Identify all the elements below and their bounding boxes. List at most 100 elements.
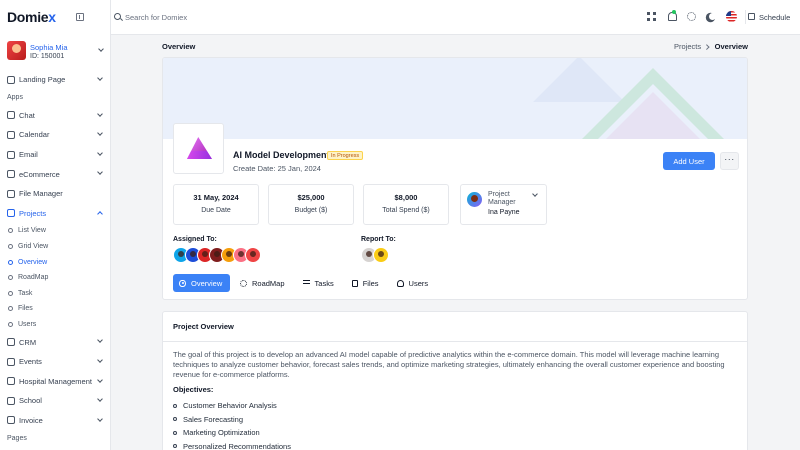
bullet-icon	[8, 290, 13, 296]
list-item: Customer Behavior Analysis	[173, 399, 291, 413]
flag-icon[interactable]	[726, 11, 737, 22]
logo-x: x	[48, 9, 56, 25]
sidebar-toggle-icon[interactable]	[76, 13, 84, 21]
status-badge: In Progress	[327, 151, 364, 160]
moon-icon[interactable]	[709, 13, 716, 20]
users-icon	[396, 279, 404, 287]
shopping-bag-icon	[7, 170, 15, 179]
stat-budget: $25,000 Budget ($)	[268, 184, 354, 225]
sidebar-item-chat[interactable]: Chat	[0, 106, 110, 126]
sidebar-sub-task[interactable]: Task	[0, 286, 110, 302]
schedule-button[interactable]: Schedule	[759, 13, 790, 22]
project-overview-card: Project Overview The goal of this projec…	[162, 311, 748, 450]
sidebar-sub-overview[interactable]: Overview	[0, 254, 110, 270]
stat-label: Due Date	[201, 207, 231, 214]
bullet-icon	[173, 403, 177, 408]
project-logo	[173, 123, 224, 174]
stat-value: $8,000	[394, 193, 418, 202]
bullet-icon	[173, 444, 177, 449]
avatar	[467, 192, 482, 207]
sidebar-item-email[interactable]: Email	[0, 145, 110, 165]
breadcrumb-parent[interactable]: Projects	[674, 42, 701, 51]
avatar[interactable]	[245, 247, 261, 263]
section-apps: Apps	[7, 94, 23, 102]
sidebar: Domiex Sophia Mia ID: 150001 Landing Pag…	[0, 0, 111, 450]
sidebar-item-invoice[interactable]: Invoice	[0, 411, 110, 431]
bullet-icon	[173, 430, 177, 435]
sidebar-item-calendar[interactable]: Calendar	[0, 125, 110, 145]
sidebar-item-ecommerce[interactable]: eCommerce	[0, 164, 110, 184]
stat-label: Total Spend ($)	[382, 207, 430, 214]
sidebar-item-events[interactable]: Events	[0, 352, 110, 372]
tab-users[interactable]: Users	[389, 274, 437, 292]
tab-label: Files	[362, 278, 379, 288]
folder-icon	[7, 189, 15, 198]
sidebar-sub-label: Task	[18, 289, 33, 297]
sidebar-item-label: Calendar	[19, 130, 50, 140]
sidebar-item-school[interactable]: School	[0, 391, 110, 411]
add-user-button[interactable]: Add User	[663, 152, 715, 170]
project-tabs: Overview RoadMap Tasks Files Users	[173, 274, 438, 292]
sidebar-sub-grid-view[interactable]: Grid View	[0, 239, 110, 255]
sidebar-item-landing[interactable]: Landing Page	[0, 70, 110, 90]
tab-roadmap[interactable]: RoadMap	[232, 274, 293, 292]
assigned-label: Assigned To:	[173, 236, 217, 243]
bullet-icon	[8, 322, 13, 328]
bullet-icon	[173, 417, 177, 422]
calendar-icon[interactable]	[748, 13, 755, 20]
tab-label: Overview	[191, 278, 223, 288]
chevron-down-icon	[97, 149, 103, 156]
chevron-down-icon	[97, 357, 103, 363]
sidebar-sub-list-view[interactable]: List View	[0, 223, 110, 239]
more-options-button[interactable]: ···	[720, 152, 739, 170]
sidebar-item-label: eCommerce	[19, 169, 60, 179]
sidebar-sub-roadmap[interactable]: RoadMap	[0, 270, 110, 286]
bullet-icon	[8, 244, 13, 250]
bullet-icon	[8, 228, 13, 234]
manager-name: Ina Payne	[488, 209, 520, 216]
tab-files[interactable]: Files	[344, 274, 387, 292]
search-input[interactable]	[125, 11, 285, 24]
gear-icon[interactable]	[687, 12, 696, 21]
tab-overview[interactable]: Overview	[173, 274, 230, 292]
sidebar-item-projects[interactable]: Projects	[0, 204, 110, 224]
project-manager-select[interactable]: Project Manager Ina Payne	[460, 184, 547, 225]
chevron-down-icon	[97, 415, 103, 422]
stat-total-spend: $8,000 Total Spend ($)	[363, 184, 449, 225]
sidebar-item-label: Invoice	[19, 415, 43, 425]
breadcrumb: Projects Overview	[674, 42, 748, 51]
chevron-down-icon	[97, 169, 103, 176]
sidebar-item-label: CRM	[19, 337, 37, 347]
tab-label: Users	[408, 278, 429, 288]
stat-label: Budget ($)	[294, 207, 328, 214]
brand-logo[interactable]: Domiex	[7, 9, 56, 25]
project-banner	[163, 58, 747, 139]
project-card: AI Model Development In Progress Create …	[162, 57, 748, 300]
manager-role: Project Manager	[488, 191, 516, 206]
banner-shape	[601, 92, 705, 139]
page-title: Overview	[162, 42, 196, 51]
sidebar-item-label: Hospital Management	[19, 376, 92, 386]
sidebar-sub-users[interactable]: Users	[0, 317, 110, 333]
avatar[interactable]	[373, 247, 389, 263]
chevron-right-icon	[704, 44, 710, 49]
list-item-text: Personalized Recommendations	[183, 441, 291, 450]
grid-icon[interactable]	[647, 12, 656, 21]
sidebar-item-crm[interactable]: CRM	[0, 332, 110, 352]
overview-description: The goal of this project is to develop a…	[173, 350, 725, 379]
sidebar-item-file-manager[interactable]: File Manager	[0, 184, 110, 204]
logo-text: Domie	[7, 9, 49, 25]
trophy-icon	[7, 357, 15, 366]
report-label: Report To:	[361, 236, 396, 243]
sidebar-item-hospital[interactable]: Hospital Management	[0, 372, 110, 392]
list-item: Marketing Optimization	[173, 426, 291, 440]
sidebar-sub-label: Overview	[18, 258, 48, 266]
notification-dot	[672, 10, 676, 14]
sidebar-item-label: Chat	[19, 110, 35, 120]
sidebar-item-label: School	[19, 396, 42, 406]
sidebar-sub-files[interactable]: Files	[0, 301, 110, 317]
tab-tasks[interactable]: Tasks	[295, 274, 342, 292]
sidebar-sub-label: Grid View	[18, 243, 49, 251]
user-profile[interactable]: Sophia Mia ID: 150001	[7, 41, 105, 63]
sidebar-item-label: Email	[19, 150, 38, 160]
